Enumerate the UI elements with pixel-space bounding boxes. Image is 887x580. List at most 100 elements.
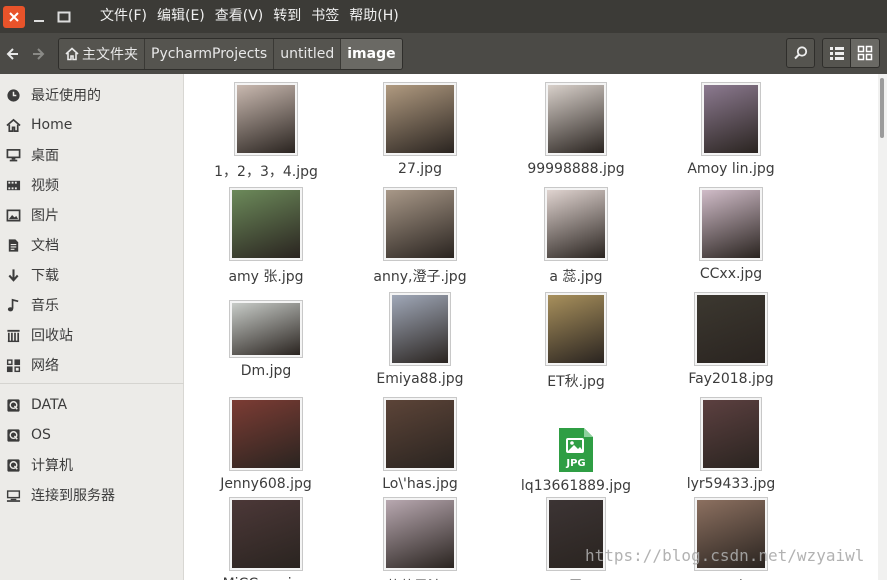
close-window-button[interactable] (3, 5, 25, 28)
file-item[interactable]: JPG lq13661889.jpg (506, 397, 646, 494)
grid-view-icon (857, 45, 873, 61)
breadcrumb-label: PycharmProjects (151, 45, 268, 62)
file-name: Lo\'has.jpg (382, 476, 458, 492)
file-item[interactable]: anny,澄子.jpg (350, 187, 490, 286)
file-item[interactable]: lyr59433.jpg (661, 397, 801, 492)
file-name: Dm.jpg (240, 363, 292, 379)
sidebar-item-0[interactable]: 最近使用的 (0, 83, 184, 107)
sidebar-item-label: OS (31, 427, 51, 443)
grid-view-button[interactable] (851, 38, 880, 68)
sidebar-item-1[interactable]: Home (0, 113, 184, 137)
file-item[interactable]: ET秋.jpg (506, 292, 646, 391)
sidebar-item-12[interactable]: 计算机 (0, 453, 184, 477)
sidebar-item-6[interactable]: 下载 (0, 263, 184, 287)
file-item[interactable]: Lo\'has.jpg (350, 397, 490, 492)
arrow-left-icon (6, 47, 18, 60)
server-icon (5, 487, 21, 503)
sidebar-item-8[interactable]: 回收站 (0, 323, 184, 347)
photo-preview (232, 303, 300, 355)
sidebar-item-label: 下载 (31, 268, 59, 284)
image-thumbnail (544, 187, 608, 261)
file-item[interactable]: MS 雪.jpg (506, 497, 646, 580)
documents-icon (5, 237, 21, 253)
breadcrumb-label: 主文件夹 (82, 46, 138, 63)
file-item[interactable]: Queen丨.jpg (661, 497, 801, 580)
breadcrumb-label: image (347, 45, 396, 62)
file-item[interactable]: 99998888.jpg (506, 82, 646, 177)
image-thumbnail (699, 187, 763, 261)
menu-item-5[interactable]: 帮助(H) (344, 0, 403, 33)
breadcrumb: 主文件夹 PycharmProjects untitled image (58, 37, 403, 70)
minimize-window-button[interactable] (28, 6, 50, 28)
menu-item-3[interactable]: 转到 (268, 0, 306, 33)
photo-preview (548, 295, 604, 363)
file-item[interactable]: amy 张.jpg (196, 187, 336, 286)
file-item[interactable]: Amoy lin.jpg (661, 82, 801, 177)
menu-item-1[interactable]: 编辑(E) (152, 0, 210, 33)
file-item[interactable]: Fay2018.jpg (661, 292, 801, 387)
file-name: Queen丨.jpg (688, 576, 774, 580)
sidebar-item-2[interactable]: 桌面 (0, 143, 184, 167)
file-name: amy 张.jpg (228, 269, 304, 285)
file-item[interactable]: Dm.jpg (196, 292, 336, 379)
sidebar-item-label: DATA (31, 397, 68, 413)
menu-item-4[interactable]: 书签 (306, 0, 344, 33)
file-item[interactable]: ㄇ菠萝果汁.jpg (350, 497, 490, 580)
sidebar-item-label: 桌面 (31, 148, 59, 164)
image-thumbnail (700, 397, 762, 471)
close-icon (9, 11, 19, 22)
menu-item-0[interactable]: 文件(F) (95, 0, 152, 33)
sidebar-item-11[interactable]: OS (0, 423, 184, 447)
menu-item-2[interactable]: 查看(V) (210, 0, 269, 33)
back-button[interactable] (0, 40, 25, 68)
search-button[interactable] (786, 38, 815, 68)
toolbar: 主文件夹 PycharmProjects untitled image (0, 33, 887, 74)
image-thumbnail (383, 497, 457, 571)
file-item[interactable]: MiCCcen.jpg (196, 497, 336, 580)
breadcrumb-item-2[interactable]: untitled (274, 38, 342, 69)
sidebar-item-label: 视频 (31, 178, 59, 194)
file-item[interactable]: Jenny608.jpg (196, 397, 336, 492)
trash-icon (5, 327, 21, 343)
breadcrumb-item-0[interactable]: 主文件夹 (59, 38, 145, 69)
sidebar-item-10[interactable]: DATA (0, 393, 184, 417)
sidebar-item-label: 图片 (31, 208, 59, 224)
file-item[interactable]: CCxx.jpg (661, 187, 801, 282)
photo-preview (547, 190, 605, 258)
maximize-window-button[interactable] (53, 6, 75, 28)
image-thumbnail (694, 292, 768, 366)
file-name: 99998888.jpg (527, 161, 625, 177)
photo-preview (232, 190, 300, 258)
drive-icon (5, 427, 21, 443)
scrollbar-thumb[interactable] (880, 78, 884, 138)
photo-preview (232, 400, 300, 468)
image-thumbnail (701, 82, 761, 156)
list-view-icon (829, 47, 844, 60)
file-item[interactable]: 27.jpg (350, 82, 490, 177)
title-bar: 文件(F) 编辑(E) 查看(V) 转到 书签 帮助(H) (0, 0, 887, 33)
sidebar-item-4[interactable]: 图片 (0, 203, 184, 227)
file-item[interactable]: a 蕊.jpg (506, 187, 646, 286)
photo-preview (392, 295, 448, 363)
file-item[interactable]: Emiya88.jpg (350, 292, 490, 387)
sidebar-item-7[interactable]: 音乐 (0, 293, 184, 317)
sidebar-item-9[interactable]: 网络 (0, 353, 184, 377)
breadcrumb-item-1[interactable]: PycharmProjects (145, 38, 275, 69)
list-view-button[interactable] (822, 38, 851, 68)
sidebar-item-13[interactable]: 连接到服务器 (0, 483, 184, 507)
forward-button[interactable] (25, 40, 50, 68)
image-thumbnail (383, 187, 457, 261)
sidebar-item-3[interactable]: 视频 (0, 173, 184, 197)
vertical-scrollbar[interactable] (878, 74, 887, 580)
clock-icon (5, 87, 21, 103)
pictures-icon (5, 207, 21, 223)
file-item[interactable]: 1，2，3，4.jpg (196, 82, 336, 181)
photo-preview (386, 400, 454, 468)
sidebar-item-5[interactable]: 文档 (0, 233, 184, 257)
breadcrumb-item-3[interactable]: image (341, 38, 402, 69)
breadcrumb-label: untitled (280, 45, 335, 62)
history-nav (0, 40, 50, 68)
image-thumbnail (229, 187, 303, 261)
file-name: anny,澄子.jpg (373, 269, 467, 285)
image-thumbnail (545, 82, 607, 156)
